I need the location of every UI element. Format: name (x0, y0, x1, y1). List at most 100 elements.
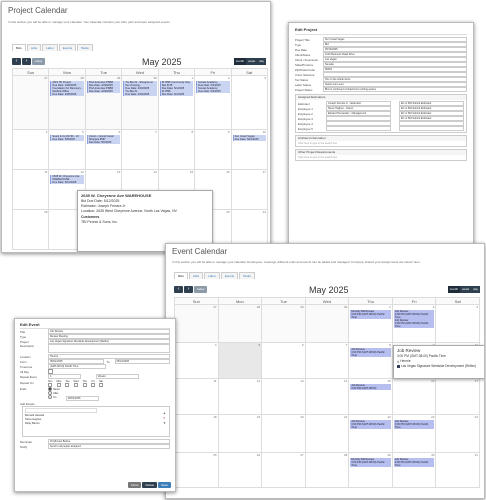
calendar-day-cell[interactable]: 8 Job Review 3:00 PM (GMT-08:00) Pacific T… (349, 343, 393, 379)
remove-icon[interactable]: ✕ (163, 416, 166, 420)
calendar-day-cell[interactable]: 11 (13, 170, 50, 210)
calendar-event[interactable]: Sunset Academy Due Date: 5/2/2025 Sunset A… (196, 81, 230, 93)
calendar-day-cell[interactable]: 15 Job Review 3:00 PM (GMT-08:00) (349, 379, 393, 415)
today-button[interactable]: today (32, 58, 46, 65)
today-button[interactable]: today (194, 286, 208, 293)
repeat-day-checkbox[interactable] (82, 382, 87, 387)
modal-button[interactable]: Save (158, 482, 171, 488)
calendar-day-cell[interactable]: 6 Crown - Grand Canal Shoppes #567 Due Dat… (85, 130, 123, 170)
modal-button[interactable]: Delete (142, 482, 158, 488)
repeat-day-option[interactable]: Sun (48, 380, 52, 387)
calendar-event[interactable]: PGA Interview PSBR Due Date: 4/29/2025 PGA… (86, 81, 121, 93)
calendar-event[interactable]: Job Review3:00 PM (GMT-08:00) Pacific Ti… (393, 420, 435, 429)
repeat-day-option[interactable]: Wed (74, 380, 79, 387)
calendar-day-cell[interactable]: 29 (262, 305, 306, 343)
estimator-role-select[interactable] (399, 126, 464, 131)
tab-labor[interactable]: Labor (42, 44, 58, 51)
calendar-day-cell[interactable]: 14 (305, 379, 350, 415)
calendar-day-cell[interactable]: 12 (218, 379, 263, 415)
calendar-day-cell[interactable]: 2 Sunset Academy Due Date: 5/2/2025 Sunset … (195, 76, 232, 130)
calendar-day-cell[interactable]: 10 Sun Coast Vegas Due Date: 5/10/2025 (231, 130, 268, 170)
repeat-day-checkbox[interactable] (74, 382, 79, 387)
calendar-day-cell[interactable]: 13 (262, 379, 306, 415)
calendar-day-cell[interactable]: 7 (122, 130, 159, 170)
calendar-day-cell[interactable]: 18 (175, 415, 219, 453)
field-input[interactable] (48, 344, 170, 353)
calendar-day-cell[interactable]: 27 (13, 76, 50, 130)
calendar-day-cell[interactable]: 3 (231, 76, 268, 130)
calendar-day-cell[interactable]: 31 (436, 453, 480, 488)
calendar-day-cell[interactable]: 29 Monthly Bid Review 3:00 PM (GMT-08:00) … (349, 453, 393, 488)
notify-select[interactable]: Send to all people assigned (48, 444, 170, 449)
calendar-day-cell[interactable]: 29 PGA Interview PSBR Due Date: 4/29/2025 P… (85, 76, 123, 130)
calendar-day-cell[interactable]: 8 (158, 130, 196, 170)
repeat-day-option[interactable]: Sat (98, 380, 103, 387)
calendar-event[interactable]: AMS TR Project Due Date: 4/28/2025 Foundat… (50, 81, 84, 96)
calendar-day-cell[interactable]: 5 Sears & Co #1720 - LV Due Date: 5/5/2025 (49, 130, 86, 170)
modal-button[interactable]: Close (127, 482, 142, 488)
repeat-unit-select[interactable]: Weeks (96, 374, 139, 379)
repeat-day-checkbox[interactable] (56, 382, 61, 387)
calendar-day-cell[interactable]: 27 (175, 305, 219, 343)
calendar-day-cell[interactable]: 25 (175, 453, 219, 488)
calendar-day-cell[interactable]: 22 Job Review 3:00 PM (GMT-08:00) Pacific … (349, 415, 393, 453)
repeat-day-option[interactable]: Thu (83, 380, 87, 387)
calendar-event[interactable]: Sun Coast Vegas Due Date: 5/10/2025 (232, 135, 266, 141)
empty-text[interactable]: Click here to type in the search box (296, 141, 466, 146)
calendar-day-cell[interactable]: 4 (13, 130, 50, 170)
view-button-day[interactable]: day (257, 58, 266, 65)
tab-bids[interactable]: Bids (12, 44, 26, 51)
next-month-button[interactable]: › (22, 58, 31, 65)
calendar-day-cell[interactable]: 9 (195, 130, 232, 170)
calendar-day-cell[interactable]: 28 (218, 305, 263, 343)
calendar-day-cell[interactable]: 30 (305, 305, 350, 343)
calendar-day-cell[interactable]: 4 (175, 343, 219, 379)
tab-jobs[interactable]: Jobs (188, 272, 204, 279)
repeat-day-option[interactable]: Fri (90, 380, 95, 387)
calendar-day-cell[interactable]: 5 (218, 343, 263, 379)
calendar-day-cell[interactable]: 17 (231, 170, 268, 210)
calendar-day-cell[interactable]: 3 (436, 305, 480, 343)
view-button-week[interactable]: week (246, 58, 258, 65)
repeat-day-checkbox[interactable] (65, 382, 70, 387)
estimator-select[interactable] (326, 126, 391, 131)
radio-icon[interactable] (48, 395, 52, 399)
repeat-day-option[interactable]: Mon (56, 380, 61, 387)
view-button-day[interactable]: day (471, 286, 480, 293)
calendar-day-cell[interactable]: 21 (305, 415, 350, 453)
calendar-day-cell[interactable]: 24 (436, 415, 480, 453)
calendar-day-cell[interactable]: 20 (262, 415, 306, 453)
calendar-event[interactable]: Sears & Co #1720 - LV Due Date: 5/5/2025 (50, 135, 84, 141)
tab-jobs[interactable]: Jobs (26, 44, 42, 51)
calendar-day-cell[interactable]: 16 (392, 379, 437, 415)
calendar-day-cell[interactable]: 23 Job Review 3:00 PM (GMT-08:00) Pacific … (392, 415, 437, 453)
move-down-icon[interactable]: ▼ (163, 421, 166, 425)
calendar-event[interactable]: Job Review 3:00 PM (GMT-08:00) (350, 384, 391, 390)
calendar-day-cell[interactable]: 19 (218, 415, 263, 453)
repeat-day-checkbox[interactable] (48, 382, 53, 387)
calendar-day-cell[interactable]: 18 (13, 210, 50, 250)
calendar-event[interactable]: Job Review3:00 PM (GMT-08:00) Pacific Ti… (350, 420, 391, 429)
calendar-day-cell[interactable]: 30 Job Review 3:00 PM (GMT-08:00) Pacific … (392, 453, 437, 488)
attendee-item[interactable]: Ricky Barton (25, 422, 167, 426)
repeat-input[interactable]: 1 (48, 374, 81, 379)
tab-tasks[interactable]: Tasks (239, 272, 255, 279)
calendar-day-cell[interactable]: 7 (305, 343, 350, 379)
calendar-event[interactable]: M-7895 Community Hwy Res B #5 Due Date: 5… (159, 81, 194, 96)
calendar-day-cell[interactable]: 6 (262, 343, 306, 379)
calendar-day-cell[interactable]: 11 (175, 379, 219, 415)
calendar-day-cell[interactable]: 30 Tru-Bev-N - Shoppes at the Crossing Due… (122, 76, 159, 130)
to-date-input[interactable]: 05/01/2025 (114, 359, 170, 364)
next-month-button[interactable]: › (184, 286, 193, 293)
prev-month-button[interactable]: ‹ (12, 58, 21, 65)
repeat-day-checkbox[interactable] (90, 382, 95, 387)
tab-labor[interactable]: Labor (204, 272, 220, 279)
attendees-box[interactable]: Bernard Heredia Steve Hughes Ricky Barton … (22, 406, 170, 437)
tab-tasks[interactable]: Tasks (77, 44, 93, 51)
repeat-day-checkbox[interactable] (98, 382, 103, 387)
view-button-month[interactable]: month (233, 58, 247, 65)
tab-bids[interactable]: Bids (174, 272, 188, 279)
field-input[interactable]: Bid on continued contracts/not existing … (323, 87, 467, 92)
calendar-day-cell[interactable]: 26 (218, 453, 263, 488)
calendar-day-cell[interactable]: 1 Monthly Bid Review 3:00 PM (GMT-08:00) P… (349, 305, 393, 343)
